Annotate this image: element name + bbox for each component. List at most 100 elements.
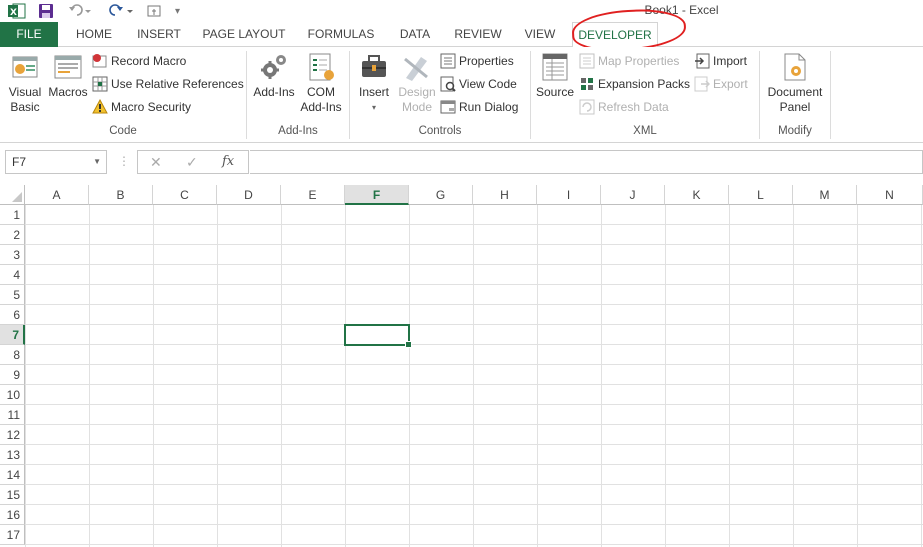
row-header-10[interactable]: 10 [0, 385, 25, 405]
column-header-d[interactable]: D [217, 185, 281, 205]
macros-button[interactable]: Macros [46, 51, 90, 100]
column-header-i[interactable]: I [537, 185, 601, 205]
properties-button[interactable]: Properties [440, 51, 514, 71]
refresh-data-button[interactable]: Refresh Data [579, 97, 669, 117]
column-header-l[interactable]: L [729, 185, 793, 205]
row-header-13[interactable]: 13 [0, 445, 25, 465]
formula-bar: F7 ▼ ⋮ ✕ ✓ fx [0, 150, 923, 177]
macros-icon [52, 51, 84, 83]
record-macro-icon [92, 53, 108, 69]
row-header-3[interactable]: 3 [0, 245, 25, 265]
ribbon-tabs: FILE HOME INSERT PAGE LAYOUT FORMULAS DA… [0, 22, 923, 48]
tab-formulas[interactable]: FORMULAS [300, 22, 382, 47]
row-header-2[interactable]: 2 [0, 225, 25, 245]
group-label-controls: Controls [418, 125, 462, 137]
column-header-c[interactable]: C [153, 185, 217, 205]
xml-export-button[interactable]: Export [694, 74, 748, 94]
row-header-7[interactable]: 7 [0, 325, 25, 345]
formula-bar-grip-icon: ⋮ [118, 154, 130, 168]
worksheet-grid: ABCDEFGHIJKLMN 1 2 3 4 5 6 7 8 9 10 11 12 13 14 15 16 17 [0, 185, 923, 547]
relative-references-icon [92, 76, 108, 92]
row-header-12[interactable]: 12 [0, 425, 25, 445]
column-header-e[interactable]: E [281, 185, 345, 205]
name-box-dropdown-icon[interactable]: ▼ [93, 151, 101, 173]
row-header-11[interactable]: 11 [0, 405, 25, 425]
row-header-1[interactable]: 1 [0, 205, 25, 225]
formula-input[interactable] [250, 150, 923, 174]
row-header-9[interactable]: 9 [0, 365, 25, 385]
design-mode-button[interactable]: Design Mode [396, 51, 438, 115]
enter-icon[interactable]: ✓ [186, 154, 198, 171]
column-header-g[interactable]: G [409, 185, 473, 205]
group-label-xml: XML [633, 125, 657, 137]
xml-import-button[interactable]: Import [694, 51, 747, 71]
dropdown-arrow-icon: ▾ [371, 103, 376, 112]
group-label-add-ins: Add-Ins [278, 125, 318, 137]
column-header-a[interactable]: A [25, 185, 89, 205]
column-header-j[interactable]: J [601, 185, 665, 205]
tab-review[interactable]: REVIEW [448, 22, 508, 47]
column-header-b[interactable]: B [89, 185, 153, 205]
xml-source-icon [539, 51, 571, 83]
design-mode-icon [401, 51, 433, 83]
tab-view[interactable]: VIEW [516, 22, 564, 47]
group-label-modify: Modify [778, 125, 812, 137]
title-bar: X ▾ Book1 - Excel [0, 0, 923, 22]
insert-controls-button[interactable]: Insert ▾ [354, 51, 394, 115]
run-dialog-icon [440, 99, 456, 115]
document-panel-icon [779, 51, 811, 83]
cancel-icon[interactable]: ✕ [150, 154, 162, 171]
document-panel-button[interactable]: Document Panel [764, 51, 826, 115]
column-header-n[interactable]: N [857, 185, 923, 205]
cell-area[interactable] [25, 205, 923, 547]
row-header-5[interactable]: 5 [0, 285, 25, 305]
refresh-icon [579, 99, 595, 115]
column-header-h[interactable]: H [473, 185, 537, 205]
column-header-f[interactable]: F [345, 185, 409, 205]
row-header-8[interactable]: 8 [0, 345, 25, 365]
gears-icon [258, 51, 290, 83]
expansion-packs-icon [579, 76, 595, 92]
column-header-m[interactable]: M [793, 185, 857, 205]
formula-buttons: ✕ ✓ fx [137, 150, 249, 174]
row-header-14[interactable]: 14 [0, 465, 25, 485]
visual-basic-icon [9, 51, 41, 83]
record-macro-button[interactable]: Record Macro [92, 51, 186, 71]
macro-security-button[interactable]: Macro Security [92, 97, 191, 117]
visual-basic-button[interactable]: Visual Basic [4, 51, 46, 115]
row-header-4[interactable]: 4 [0, 265, 25, 285]
group-separator [830, 51, 831, 139]
tab-insert[interactable]: INSERT [130, 22, 188, 47]
toolbox-icon [358, 51, 390, 83]
add-ins-button[interactable]: Add-Ins [250, 51, 298, 100]
expansion-packs-button[interactable]: Expansion Packs [579, 74, 690, 94]
row-header-6[interactable]: 6 [0, 305, 25, 325]
tab-page-layout[interactable]: PAGE LAYOUT [196, 22, 292, 47]
use-relative-references-button[interactable]: Use Relative References [92, 74, 244, 94]
properties-icon [440, 53, 456, 69]
com-add-ins-button[interactable]: COM Add-Ins [298, 51, 344, 115]
tab-home[interactable]: HOME [66, 22, 122, 47]
import-icon [694, 53, 710, 69]
row-header-15[interactable]: 15 [0, 485, 25, 505]
select-all-button[interactable] [0, 185, 25, 205]
export-icon [694, 76, 711, 92]
warning-icon [92, 98, 108, 115]
row-header-17[interactable]: 17 [0, 525, 25, 545]
view-code-button[interactable]: View Code [440, 74, 517, 94]
view-code-icon [440, 76, 456, 92]
xml-source-button[interactable]: Source [534, 51, 576, 100]
com-add-ins-icon [305, 51, 337, 83]
row-header-16[interactable]: 16 [0, 505, 25, 525]
active-cell-f7[interactable] [344, 324, 412, 348]
window-title: Book1 - Excel [644, 3, 719, 17]
map-properties-button[interactable]: Map Properties [579, 51, 679, 71]
column-header-k[interactable]: K [665, 185, 729, 205]
run-dialog-button[interactable]: Run Dialog [440, 97, 518, 117]
tab-file[interactable]: FILE [0, 22, 58, 47]
ribbon-developer: Visual Basic Macros Record Macro Use Rel… [0, 47, 923, 143]
name-box[interactable]: F7 ▼ [5, 150, 107, 174]
tab-data[interactable]: DATA [390, 22, 440, 47]
group-label-code: Code [109, 125, 137, 137]
insert-function-icon[interactable]: fx [222, 154, 234, 169]
